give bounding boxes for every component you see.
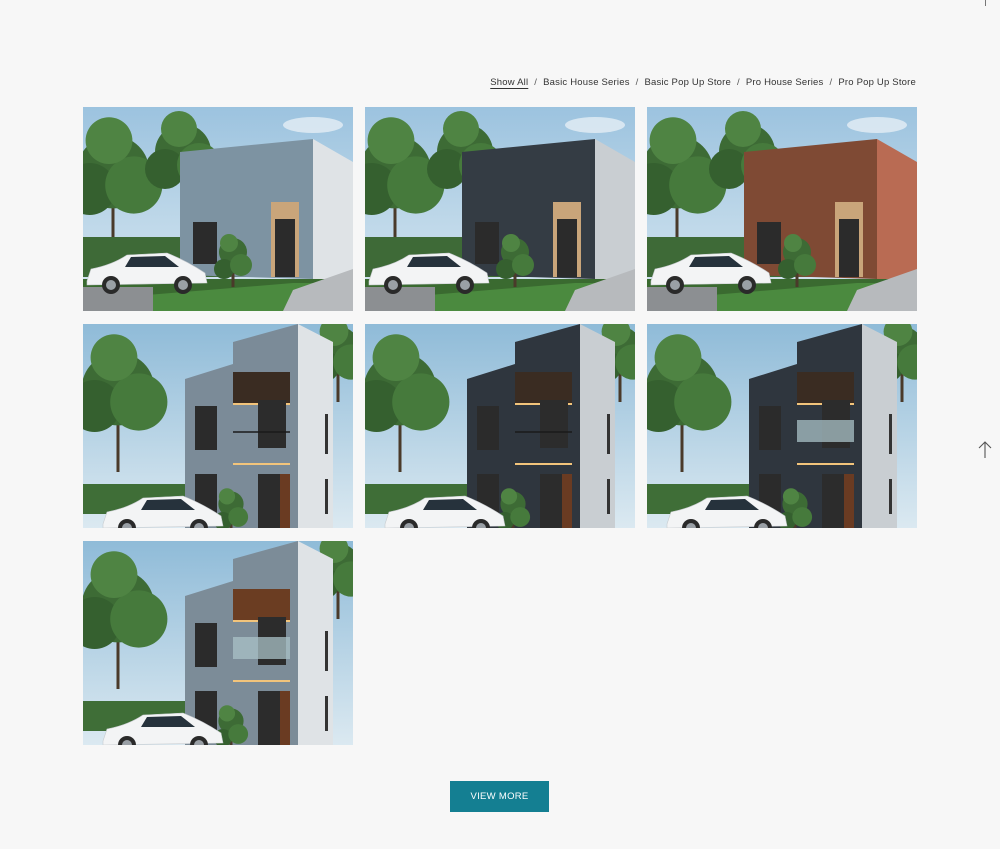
gallery-item[interactable] <box>365 107 635 311</box>
house-render-image <box>365 107 635 311</box>
filter-show-all[interactable]: Show All <box>490 77 528 88</box>
filter-separator: / <box>829 77 833 88</box>
filter-pro-house-series[interactable]: Pro House Series <box>746 77 824 88</box>
top-edge-mark <box>985 0 986 6</box>
gallery-item[interactable] <box>83 324 353 528</box>
scroll-to-top-button[interactable] <box>977 440 993 460</box>
filter-separator: / <box>737 77 740 88</box>
house-render-image <box>647 107 917 311</box>
filter-pro-pop-up-store[interactable]: Pro Pop Up Store <box>838 77 916 88</box>
gallery-item[interactable] <box>83 541 353 745</box>
gallery-item[interactable] <box>83 107 353 311</box>
arrow-up-icon <box>978 441 992 458</box>
filter-basic-pop-up-store[interactable]: Basic Pop Up Store <box>644 77 731 88</box>
portfolio-gallery <box>83 107 917 745</box>
house-render-image <box>647 324 917 528</box>
house-render-image <box>365 324 635 528</box>
filter-separator: / <box>534 77 538 88</box>
gallery-item[interactable] <box>647 324 917 528</box>
house-render-image <box>83 324 353 528</box>
filter-basic-house-series[interactable]: Basic House Series <box>543 77 630 88</box>
house-render-image <box>83 541 353 745</box>
gallery-item[interactable] <box>365 324 635 528</box>
house-render-image <box>83 107 353 311</box>
filter-separator: / <box>635 77 639 88</box>
gallery-item[interactable] <box>647 107 917 311</box>
view-more-button[interactable]: VIEW MORE <box>450 781 549 812</box>
portfolio-filter-bar: Show All / Basic House Series / Basic Pop Up… <box>490 77 916 88</box>
